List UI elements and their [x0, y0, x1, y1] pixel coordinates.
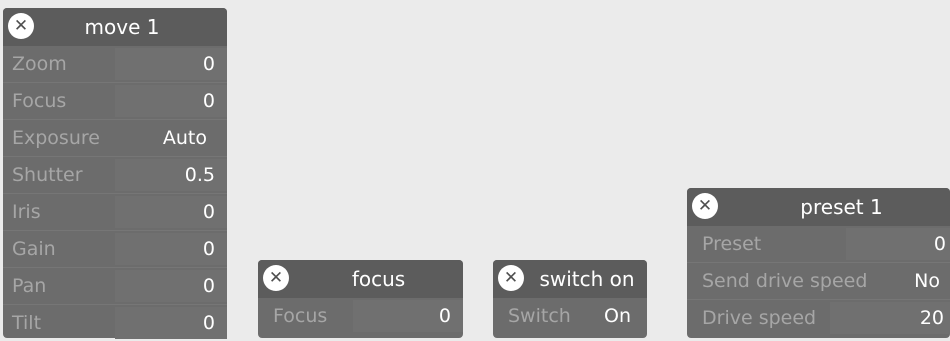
panel-title: move 1 — [84, 15, 160, 39]
param-value-field[interactable]: 0.5 — [115, 159, 227, 191]
param-value-field[interactable]: 0 — [115, 85, 227, 117]
param-row-switch: Switch On — [493, 298, 647, 334]
param-row-preset: Preset 0 — [687, 226, 950, 262]
panel-header: ✕ preset 1 — [687, 188, 950, 226]
param-value-field[interactable]: 0 — [846, 228, 950, 260]
param-label: Switch — [508, 305, 571, 327]
panel-title: focus — [351, 267, 406, 291]
param-value-field[interactable]: 0 — [115, 48, 227, 80]
panel-switch-on: ✕ switch on Switch On — [493, 260, 647, 338]
param-row-tilt: Tilt 0 — [3, 304, 227, 341]
close-icon[interactable]: ✕ — [692, 193, 718, 219]
param-value-toggle[interactable]: On — [591, 300, 647, 332]
panel-title: switch on — [539, 267, 635, 291]
param-label: Zoom — [12, 53, 67, 75]
param-label: Exposure — [12, 127, 100, 149]
param-value-field[interactable]: 0 — [115, 307, 227, 339]
param-row-zoom: Zoom 0 — [3, 46, 227, 82]
close-icon[interactable]: ✕ — [8, 13, 34, 39]
close-icon[interactable]: ✕ — [263, 265, 289, 291]
param-row-iris: Iris 0 — [3, 193, 227, 230]
param-value-field[interactable]: 20 — [830, 302, 950, 334]
param-label: Pan — [12, 275, 47, 297]
panel-preset-1: ✕ preset 1 Preset 0 Send drive speed No … — [687, 188, 950, 338]
panel-focus: ✕ focus Focus 0 — [258, 260, 463, 338]
param-row-gain: Gain 0 — [3, 230, 227, 267]
param-row-drive-speed: Drive speed 20 — [687, 299, 950, 336]
param-label: Send drive speed — [702, 270, 868, 292]
param-label: Iris — [12, 201, 41, 223]
panel-move-1: ✕ move 1 Zoom 0 Focus 0 Exposure Auto Sh… — [3, 8, 227, 341]
param-row-send-drive-speed: Send drive speed No — [687, 262, 950, 299]
param-label: Focus — [12, 90, 67, 112]
param-label: Preset — [702, 233, 762, 255]
param-row-shutter: Shutter 0.5 — [3, 156, 227, 193]
param-value-field[interactable]: 0 — [115, 270, 227, 302]
param-row-focus: Focus 0 — [258, 298, 463, 334]
param-value-field[interactable]: 0 — [115, 196, 227, 228]
param-row-exposure: Exposure Auto — [3, 119, 227, 156]
param-label: Drive speed — [702, 307, 817, 329]
param-label: Focus — [273, 305, 328, 327]
panel-header: ✕ move 1 — [3, 8, 227, 46]
param-label: Tilt — [12, 312, 42, 334]
param-value-field[interactable]: 0 — [115, 233, 227, 265]
panel-header: ✕ switch on — [493, 260, 647, 298]
param-row-focus: Focus 0 — [3, 82, 227, 119]
param-value-select[interactable]: Auto — [137, 122, 227, 154]
param-label: Gain — [12, 238, 56, 260]
param-value-toggle[interactable]: No — [898, 265, 950, 297]
close-icon[interactable]: ✕ — [498, 265, 524, 291]
panel-title: preset 1 — [800, 195, 883, 219]
param-row-pan: Pan 0 — [3, 267, 227, 304]
param-value-field[interactable]: 0 — [353, 300, 463, 332]
panel-header: ✕ focus — [258, 260, 463, 298]
param-label: Shutter — [12, 164, 83, 186]
